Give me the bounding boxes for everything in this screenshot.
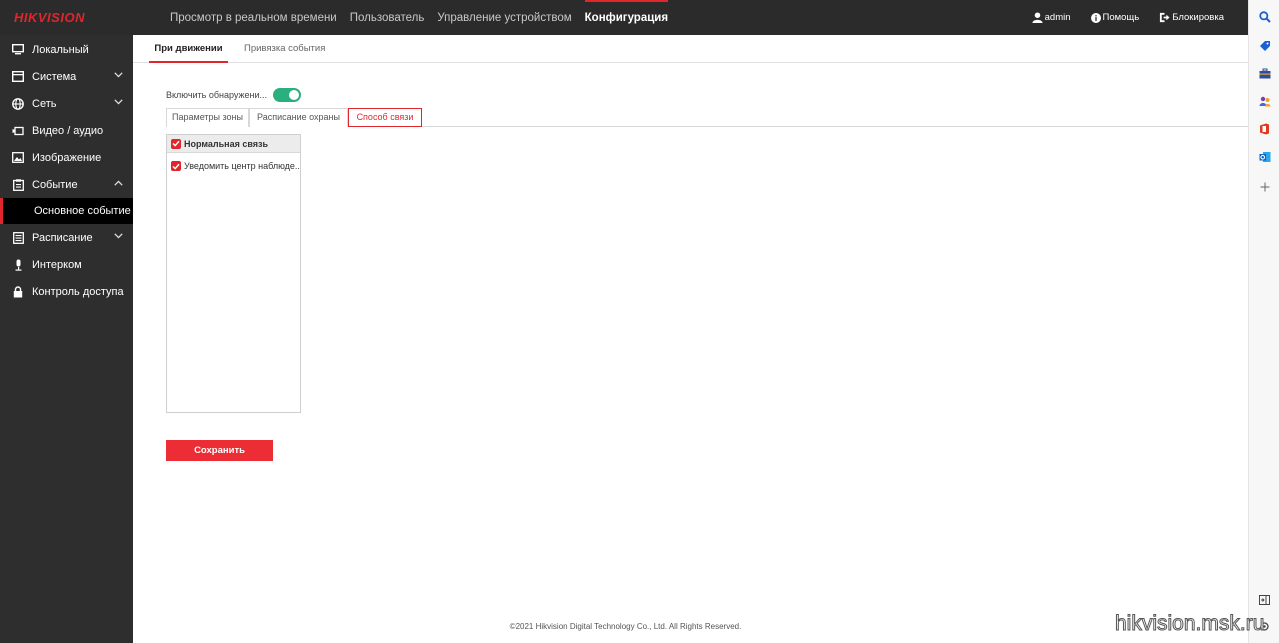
globe-icon [12, 97, 24, 110]
nav-user[interactable]: Пользователь [350, 0, 425, 35]
chevron-down-icon [114, 99, 123, 105]
microphone-icon [12, 259, 24, 271]
sidebar-item-label: Изображение [32, 151, 102, 164]
panel-toggle-icon[interactable] [1258, 593, 1271, 606]
nav-configuration[interactable]: Конфигурация [584, 0, 669, 35]
sidebar-item-access-control[interactable]: Контроль доступа [0, 278, 133, 305]
tab-area-settings[interactable]: Параметры зоны [166, 108, 249, 127]
image-icon [12, 152, 24, 164]
sidebar-item-label: Расписание [32, 231, 93, 244]
sidebar-item-intercom[interactable]: Интерком [0, 251, 133, 278]
help-link[interactable]: Помощь [1090, 12, 1140, 23]
linkage-tree: Нормальная связь Уведомить центр наблюде… [166, 134, 301, 413]
sidebar-item-label: Система [32, 70, 77, 83]
sidebar-item-label: Локальный [32, 43, 89, 56]
top-bar: HIKVISION Просмотр в реальном времени По… [0, 0, 1248, 35]
user-icon [1032, 12, 1043, 23]
tab-motion-detection[interactable]: При движении [149, 35, 228, 63]
linkage-item-label: Уведомить центр наблюде... [184, 161, 300, 171]
system-icon [12, 71, 24, 83]
nav-live-view[interactable]: Просмотр в реальном времени [170, 0, 337, 35]
checkbox-checked-icon[interactable] [171, 161, 181, 171]
briefcase-icon[interactable] [1258, 67, 1271, 80]
sidebar: Локальный Система Сеть Видео / аудио Изо… [0, 35, 133, 643]
browser-sidebar [1248, 0, 1279, 643]
top-right-actions: admin Помощь Блокировка [1012, 0, 1224, 35]
info-icon [1090, 12, 1101, 23]
sidebar-item-label: Интерком [32, 258, 82, 271]
user-name: admin [1044, 12, 1071, 23]
sidebar-item-label: Видео / аудио [32, 124, 104, 137]
main-content: При движении Привязка события Включить о… [133, 35, 1248, 643]
nav-device-management[interactable]: Управление устройством [437, 0, 571, 35]
config-tabs: При движении Привязка события [133, 35, 1248, 63]
tab-linkage-method[interactable]: Способ связи [348, 108, 422, 127]
sidebar-item-network[interactable]: Сеть [0, 90, 133, 117]
sidebar-item-schedule[interactable]: Расписание [0, 224, 133, 251]
chevron-down-icon [114, 72, 123, 78]
outlook-icon[interactable] [1258, 150, 1271, 163]
video-icon [12, 125, 24, 137]
top-nav: Просмотр в реальном времени Пользователь… [170, 0, 681, 35]
help-label: Помощь [1102, 12, 1140, 23]
sidebar-subitem-basic-event[interactable]: Основное событие [0, 198, 133, 224]
logout-label: Блокировка [1172, 12, 1224, 23]
toggle-knob [289, 90, 300, 100]
monitor-icon [12, 44, 24, 56]
inner-tabs: Параметры зоны Расписание охраны Способ … [166, 108, 1248, 127]
event-icon [12, 178, 24, 191]
lock-icon [12, 285, 24, 298]
sidebar-item-system[interactable]: Система [0, 63, 133, 90]
sidebar-item-image[interactable]: Изображение [0, 144, 133, 171]
linkage-group-normal[interactable]: Нормальная связь [167, 135, 300, 153]
chevron-up-icon [114, 180, 123, 186]
sidebar-item-label: Событие [32, 178, 78, 191]
linkage-group-label: Нормальная связь [184, 138, 269, 149]
search-icon[interactable] [1258, 10, 1271, 23]
footer-copyright: ©2021 Hikvision Digital Technology Co., … [509, 622, 742, 631]
chevron-down-icon [114, 233, 123, 239]
save-button[interactable]: Сохранить [166, 440, 273, 461]
logout-icon [1160, 12, 1170, 23]
sidebar-item-label: Контроль доступа [32, 285, 124, 298]
enable-toggle[interactable] [273, 88, 302, 102]
schedule-icon [12, 231, 24, 244]
people-icon[interactable] [1258, 95, 1271, 108]
checkbox-checked-icon[interactable] [171, 138, 181, 149]
sidebar-item-local[interactable]: Локальный [0, 36, 133, 63]
enable-label: Включить обнаружени... [166, 90, 268, 100]
add-icon[interactable] [1258, 180, 1271, 193]
logout-link[interactable]: Блокировка [1159, 12, 1224, 23]
sidebar-item-event[interactable]: Событие [0, 171, 133, 198]
tab-arming-schedule[interactable]: Расписание охраны [249, 108, 348, 127]
office-icon[interactable] [1258, 122, 1271, 135]
linkage-item-notify-center[interactable]: Уведомить центр наблюде... [167, 157, 300, 175]
user-menu[interactable]: admin [1032, 12, 1071, 23]
sidebar-item-video-audio[interactable]: Видео / аудио [0, 117, 133, 144]
app-window: HIKVISION Просмотр в реальном времени По… [0, 0, 1279, 643]
watermark: hikvision.msk.ru [1114, 612, 1265, 636]
tab-event-linkage[interactable]: Привязка события [244, 35, 325, 63]
sidebar-item-label: Сеть [32, 97, 57, 110]
tag-icon[interactable] [1258, 39, 1271, 52]
hikvision-logo: HIKVISION [14, 10, 85, 25]
enable-row: Включить обнаружени... [166, 87, 302, 103]
